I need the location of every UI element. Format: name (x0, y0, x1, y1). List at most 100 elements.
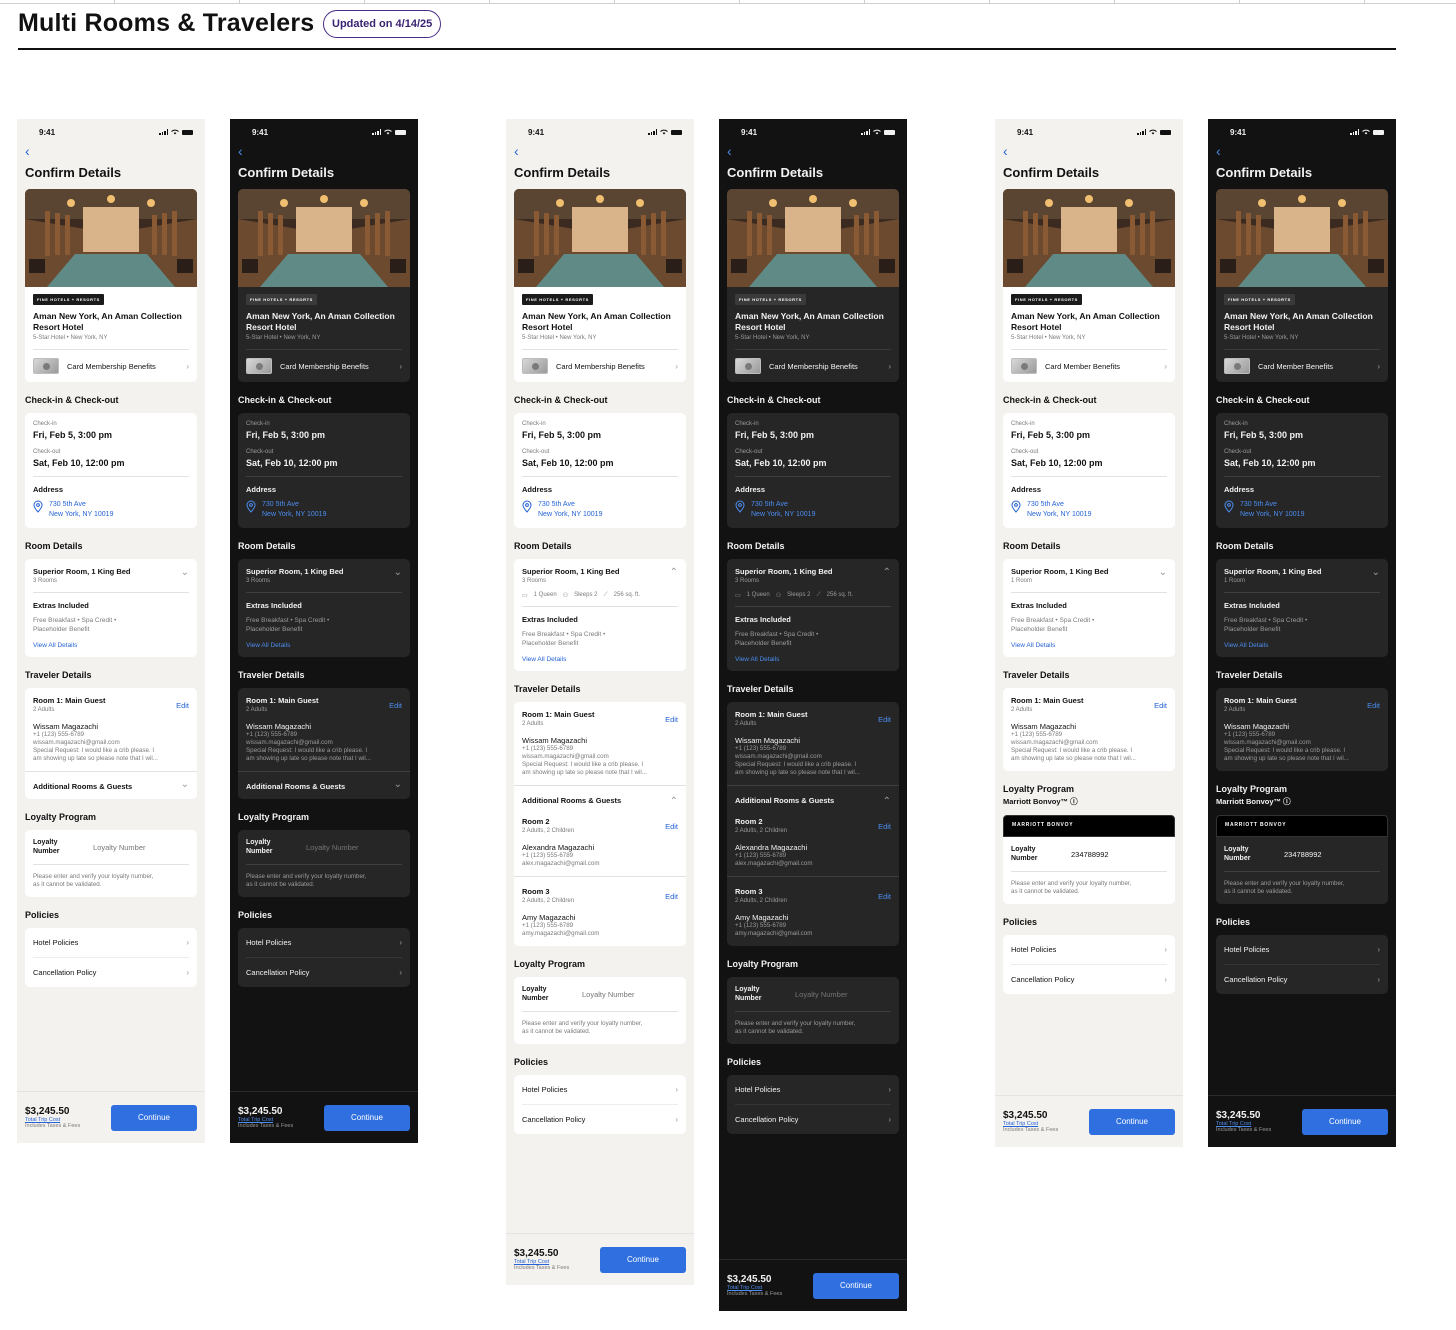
edit-room1-button[interactable]: Edit (1367, 701, 1380, 710)
card-benefits-row[interactable]: Card Member Benefits › (1011, 349, 1167, 376)
address-line-1: 730 5th Ave (1027, 501, 1064, 508)
continue-button[interactable]: Continue (1302, 1108, 1388, 1135)
view-all-details-link[interactable]: View All Details (246, 642, 402, 649)
loyalty-program-name[interactable]: Marriott Bonvoy™ ⓘ (1003, 796, 1175, 807)
checkin-label: Check-in (522, 421, 546, 427)
continue-button[interactable]: Continue (813, 1272, 899, 1299)
loyalty-number-input[interactable] (93, 842, 183, 852)
back-chevron-icon[interactable]: ‹ (719, 144, 907, 159)
additional-rooms-toggle[interactable]: Additional Rooms & Guests ⌃ (522, 786, 678, 807)
continue-button[interactable]: Continue (600, 1246, 686, 1273)
continue-button[interactable]: Continue (1089, 1108, 1175, 1135)
room-toggle[interactable]: Superior Room, 1 King Bed 3 Rooms ⌄ (33, 567, 189, 584)
chevron-down-icon: ⌄ (1371, 567, 1380, 578)
additional-rooms-toggle[interactable]: Additional Rooms & Guests ⌄ (33, 772, 189, 791)
card-benefits-label: Card Membership Benefits (67, 361, 156, 371)
card-benefits-row[interactable]: Card Membership Benefits › (33, 349, 189, 376)
edit-room3-button[interactable]: Edit (665, 892, 678, 901)
signal-icon (372, 129, 381, 135)
fhr-badge: FINE HOTELS + RESORTS (1224, 294, 1295, 305)
edit-room1-button[interactable]: Edit (389, 701, 402, 710)
guest2-name: Alexandra Magazachi (522, 843, 595, 852)
hotel-policies-row[interactable]: Hotel Policies › (1216, 935, 1388, 964)
cancellation-policy-row[interactable]: Cancellation Policy › (727, 1105, 899, 1134)
hotel-policies-label: Hotel Policies (1011, 945, 1057, 954)
address-link[interactable]: 730 5th Ave New York, NY 10019 (33, 500, 189, 520)
price-footer: $3,245.50 Total Trip Cost Includes Taxes… (230, 1091, 418, 1143)
back-chevron-icon[interactable]: ‹ (17, 144, 205, 159)
card-benefits-row[interactable]: Card Membership Benefits › (735, 349, 891, 376)
guest3-name: Amy Magazachi (522, 913, 576, 922)
room-toggle[interactable]: Superior Room, 1 King Bed 1 Room ⌄ (1224, 567, 1380, 584)
total-price: $3,245.50 (1003, 1110, 1048, 1121)
view-all-details-link[interactable]: View All Details (735, 656, 891, 663)
hotel-policies-row[interactable]: Hotel Policies › (25, 928, 197, 957)
back-chevron-icon[interactable]: ‹ (506, 144, 694, 159)
checkout-value: Sat, Feb 10, 12:00 pm (33, 458, 125, 468)
additional-rooms-toggle[interactable]: Additional Rooms & Guests ⌃ (735, 786, 891, 807)
card-benefits-row[interactable]: Card Membership Benefits › (246, 349, 402, 376)
edit-room1-button[interactable]: Edit (176, 701, 189, 710)
hotel-policies-row[interactable]: Hotel Policies › (1003, 935, 1175, 964)
continue-button[interactable]: Continue (324, 1104, 410, 1131)
hotel-policies-row[interactable]: Hotel Policies › (514, 1075, 686, 1104)
back-chevron-icon[interactable]: ‹ (230, 144, 418, 159)
chevron-right-icon: › (888, 1115, 891, 1124)
view-all-details-link[interactable]: View All Details (522, 656, 678, 663)
edit-room3-button[interactable]: Edit (878, 892, 891, 901)
cancellation-policy-row[interactable]: Cancellation Policy › (1216, 965, 1388, 994)
address-link[interactable]: 730 5th Ave New York, NY 10019 (522, 500, 678, 520)
loyalty-number-input[interactable] (795, 989, 885, 999)
checkout-label: Check-out (1011, 449, 1039, 455)
chevron-right-icon: › (186, 968, 189, 977)
loyalty-number-value[interactable]: 234788992 (1071, 850, 1109, 859)
loyalty-number-input[interactable] (582, 989, 672, 999)
policies-section-title: Policies (514, 1057, 549, 1067)
room-toggle[interactable]: Superior Room, 1 King Bed 3 Rooms ⌄ (246, 567, 402, 584)
view-all-details-link[interactable]: View All Details (1224, 642, 1380, 649)
room-toggle[interactable]: Superior Room, 1 King Bed 3 Rooms ⌃ (522, 567, 678, 584)
back-chevron-icon[interactable]: ‹ (995, 144, 1183, 159)
additional-rooms-toggle[interactable]: Additional Rooms & Guests ⌄ (246, 772, 402, 791)
address-link[interactable]: 730 5th Ave New York, NY 10019 (735, 500, 891, 520)
hotel-subtitle: 5-Star Hotel • New York, NY (1011, 335, 1086, 341)
policies-section-title: Policies (238, 910, 273, 920)
view-all-details-link[interactable]: View All Details (33, 642, 189, 649)
back-chevron-icon[interactable]: ‹ (1208, 144, 1396, 159)
cancellation-policy-row[interactable]: Cancellation Policy › (514, 1105, 686, 1134)
card-benefits-row[interactable]: Card Member Benefits › (1224, 349, 1380, 376)
edit-room2-button[interactable]: Edit (665, 822, 678, 831)
status-bar: 9:41 (995, 119, 1183, 145)
loyalty-program-name[interactable]: Marriott Bonvoy™ ⓘ (1216, 796, 1388, 807)
edit-room2-button[interactable]: Edit (878, 822, 891, 831)
continue-button[interactable]: Continue (111, 1104, 197, 1131)
edit-room1-button[interactable]: Edit (665, 715, 678, 724)
checkin-label: Check-in (1011, 421, 1035, 427)
room-toggle[interactable]: Superior Room, 1 King Bed 1 Room ⌄ (1011, 567, 1167, 584)
address-link[interactable]: 730 5th Ave New York, NY 10019 (1224, 500, 1380, 520)
room-toggle[interactable]: Superior Room, 1 King Bed 3 Rooms ⌃ (735, 567, 891, 584)
address-link[interactable]: 730 5th Ave New York, NY 10019 (246, 500, 402, 520)
cancellation-policy-row[interactable]: Cancellation Policy › (238, 958, 410, 987)
address-link[interactable]: 730 5th Ave New York, NY 10019 (1011, 500, 1167, 520)
edit-room1-button[interactable]: Edit (1154, 701, 1167, 710)
battery-icon (671, 129, 682, 135)
loyalty-number-value[interactable]: 234788992 (1284, 850, 1322, 859)
cancellation-policy-row[interactable]: Cancellation Policy › (25, 958, 197, 987)
checkout-value: Sat, Feb 10, 12:00 pm (1011, 458, 1103, 468)
loyalty-number-input[interactable] (306, 842, 396, 852)
loyalty-note-1: Please enter and verify your loyalty num… (522, 1020, 643, 1027)
hotel-policies-row[interactable]: Hotel Policies › (238, 928, 410, 957)
edit-room1-button[interactable]: Edit (878, 715, 891, 724)
view-all-details-link[interactable]: View All Details (1011, 642, 1167, 649)
checkout-value: Sat, Feb 10, 12:00 pm (735, 458, 827, 468)
traveler-section-title: Traveler Details (1003, 670, 1070, 680)
total-price: $3,245.50 (514, 1248, 559, 1259)
chevron-right-icon: › (186, 361, 189, 371)
loyalty-card: Loyalty Number Please enter and verify y… (514, 977, 686, 1044)
cancellation-policy-row[interactable]: Cancellation Policy › (1003, 965, 1175, 994)
room1-title: Room 1: Main Guest (522, 710, 595, 719)
hotel-policies-label: Hotel Policies (246, 938, 292, 947)
hotel-policies-row[interactable]: Hotel Policies › (727, 1075, 899, 1104)
card-benefits-row[interactable]: Card Membership Benefits › (522, 349, 678, 376)
